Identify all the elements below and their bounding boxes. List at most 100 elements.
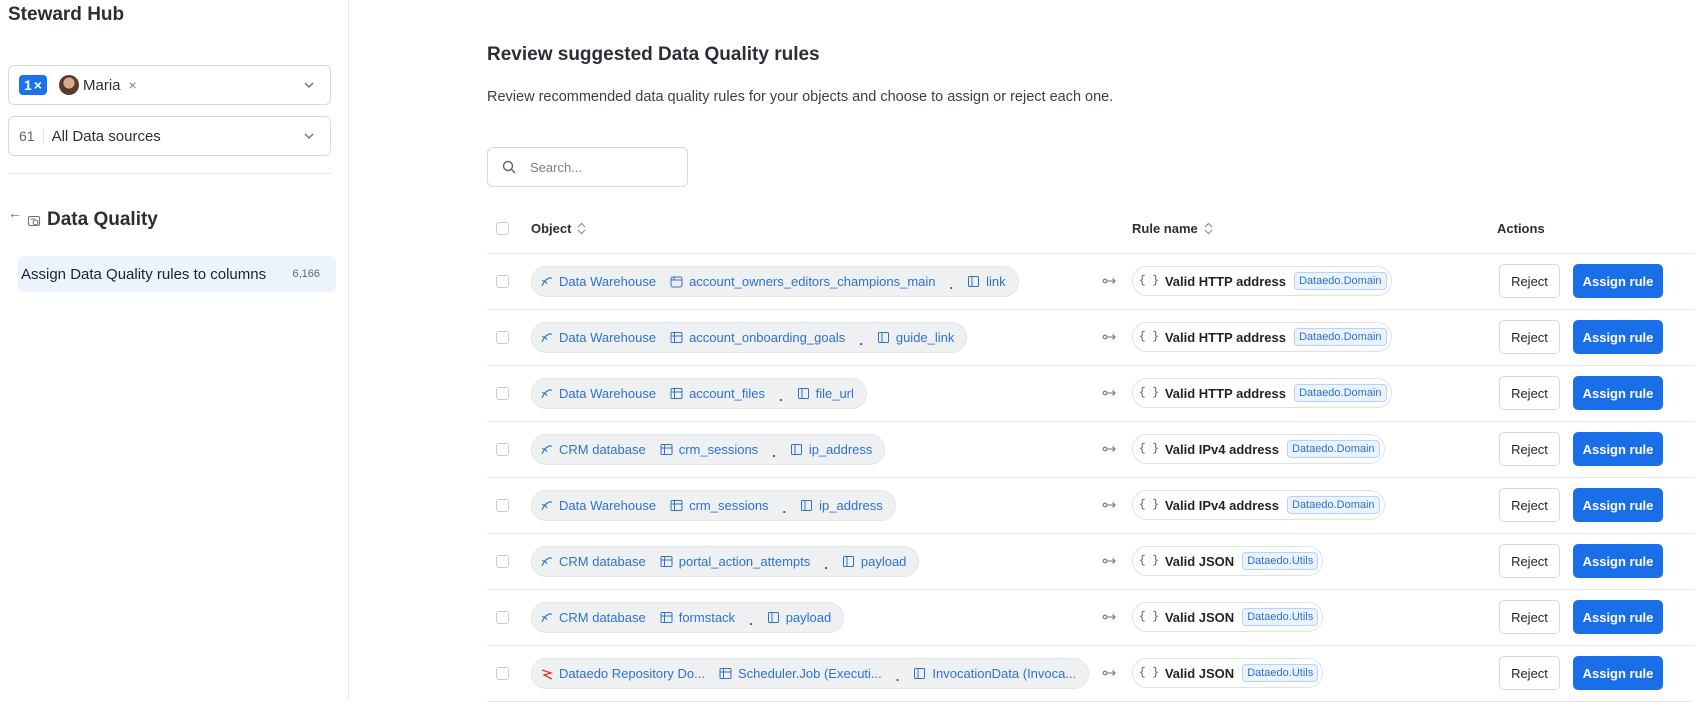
clear-selection-icon[interactable]: × [34, 77, 42, 93]
column-icon [914, 668, 926, 679]
selected-count-badge[interactable]: 1 × [19, 75, 47, 95]
table-row: Data Warehouse account_onboarding_goals … [487, 310, 1693, 366]
object-path: Data Warehouse account_owners_editors_ch… [531, 266, 1019, 297]
sort-icon[interactable] [577, 222, 586, 235]
data-source-link[interactable]: CRM database [540, 442, 646, 457]
owner-filter-select[interactable]: 1 × Maria × [8, 65, 331, 105]
table-link[interactable]: account_onboarding_goals [670, 330, 845, 345]
column-link[interactable]: link [967, 274, 1006, 289]
search-input[interactable] [528, 158, 672, 176]
remove-user-icon[interactable]: × [129, 77, 137, 93]
rule-name: Valid HTTP address [1164, 273, 1286, 289]
table-icon [670, 388, 683, 399]
reject-button[interactable]: Reject [1499, 488, 1560, 522]
row-checkbox[interactable] [496, 499, 509, 512]
divider [8, 173, 331, 174]
reject-button[interactable]: Reject [1499, 656, 1560, 690]
column-link[interactable]: InvocationData (Invoca... [913, 666, 1076, 681]
database-icon [541, 389, 553, 399]
row-checkbox[interactable] [496, 443, 509, 456]
column-name: ip_address [808, 442, 873, 457]
assign-rule-button[interactable]: Assign rule [1573, 432, 1663, 466]
rule-icon: { } [1139, 499, 1159, 511]
assign-rule-button[interactable]: Assign rule [1573, 264, 1663, 298]
assign-rule-button[interactable]: Assign rule [1573, 320, 1663, 354]
column-icon [790, 444, 802, 455]
table-name: portal_action_attempts [678, 554, 811, 569]
data-source-name: CRM database [559, 554, 646, 569]
rule-library-badge: Dataedo.Utils [1242, 664, 1319, 682]
rule-link[interactable]: { } Valid HTTP address Dataedo.Domain [1132, 266, 1392, 296]
sort-icon[interactable] [1204, 222, 1213, 235]
row-checkbox[interactable] [496, 331, 509, 344]
data-source-link[interactable]: Data Warehouse [540, 274, 656, 289]
column-link[interactable]: guide_link [877, 330, 954, 345]
back-arrow-icon[interactable]: ← [8, 205, 22, 221]
column-header-object[interactable]: Object [531, 221, 586, 236]
selected-user-name: Maria [82, 76, 121, 94]
data-source-link[interactable]: Dataedo Repository Do... [540, 666, 705, 681]
data-source-link[interactable]: Data Warehouse [540, 498, 656, 513]
table-link[interactable]: formstack [660, 610, 735, 625]
reject-button[interactable]: Reject [1499, 264, 1560, 298]
table-link[interactable]: Scheduler.Job (Executi... [719, 666, 882, 681]
column-header-label: Rule name [1132, 221, 1198, 236]
rule-link[interactable]: { } Valid HTTP address Dataedo.Domain [1132, 322, 1392, 352]
rule-link[interactable]: { } Valid JSON Dataedo.Utils [1132, 658, 1324, 688]
sidebar-item-assign-dq-rules[interactable]: Assign Data Quality rules to columns 6,1… [18, 256, 336, 292]
chevron-down-icon[interactable] [302, 129, 316, 143]
chevron-down-icon[interactable] [302, 78, 316, 92]
row-checkbox[interactable] [496, 275, 509, 288]
column-header-rule-name[interactable]: Rule name [1132, 221, 1213, 236]
rule-link[interactable]: { } Valid IPv4 address Dataedo.Domain [1132, 490, 1385, 520]
rule-link[interactable]: { } Valid JSON Dataedo.Utils [1132, 602, 1324, 632]
assign-rule-button[interactable]: Assign rule [1573, 544, 1663, 578]
table-link[interactable]: portal_action_attempts [660, 554, 811, 569]
data-source-link[interactable]: Data Warehouse [540, 330, 656, 345]
object-path: Data Warehouse crm_sessions . ip_address [531, 490, 896, 521]
reject-button[interactable]: Reject [1499, 376, 1560, 410]
table-link[interactable]: account_owners_editors_champions_main [670, 274, 936, 289]
assign-rule-button[interactable]: Assign rule [1573, 656, 1663, 690]
select-all-checkbox[interactable] [496, 222, 509, 235]
rule-icon: { } [1139, 387, 1159, 399]
data-source-link[interactable]: CRM database [540, 554, 646, 569]
rule-name: Valid JSON [1164, 553, 1235, 569]
data-source-link[interactable]: Data Warehouse [540, 386, 656, 401]
data-source-link[interactable]: CRM database [540, 610, 646, 625]
assign-rule-button[interactable]: Assign rule [1573, 600, 1663, 634]
path-separator: . [772, 445, 776, 460]
data-source-count: 61 [19, 128, 44, 144]
reject-button[interactable]: Reject [1499, 320, 1560, 354]
row-checkbox[interactable] [496, 667, 509, 680]
rule-library-badge: Dataedo.Domain [1293, 328, 1387, 346]
row-checkbox[interactable] [496, 387, 509, 400]
column-link[interactable]: file_url [797, 386, 854, 401]
row-checkbox[interactable] [496, 555, 509, 568]
avatar [58, 75, 79, 95]
data-quality-icon [27, 215, 41, 227]
row-checkbox[interactable] [496, 611, 509, 624]
rule-link[interactable]: { } Valid JSON Dataedo.Utils [1132, 546, 1324, 576]
column-link[interactable]: payload [842, 554, 906, 569]
assign-rule-button[interactable]: Assign rule [1573, 376, 1663, 410]
path-separator: . [895, 669, 900, 684]
data-source-name: CRM database [559, 610, 646, 625]
table-link[interactable]: crm_sessions [670, 498, 769, 513]
rule-icon: { } [1139, 667, 1159, 679]
column-link[interactable]: ip_address [800, 498, 883, 513]
database-icon [541, 445, 553, 455]
data-source-filter-select[interactable]: 61 All Data sources [8, 116, 331, 156]
search-box[interactable] [487, 147, 688, 187]
table-link[interactable]: account_files [670, 386, 765, 401]
assign-rule-button[interactable]: Assign rule [1573, 488, 1663, 522]
reject-button[interactable]: Reject [1499, 544, 1560, 578]
column-link[interactable]: ip_address [790, 442, 873, 457]
reject-button[interactable]: Reject [1499, 600, 1560, 634]
column-link[interactable]: payload [767, 610, 831, 625]
rule-name: Valid HTTP address [1164, 385, 1286, 401]
reject-button[interactable]: Reject [1499, 432, 1560, 466]
rule-link[interactable]: { } Valid IPv4 address Dataedo.Domain [1132, 434, 1385, 464]
table-link[interactable]: crm_sessions [660, 442, 758, 457]
rule-link[interactable]: { } Valid HTTP address Dataedo.Domain [1132, 378, 1392, 408]
